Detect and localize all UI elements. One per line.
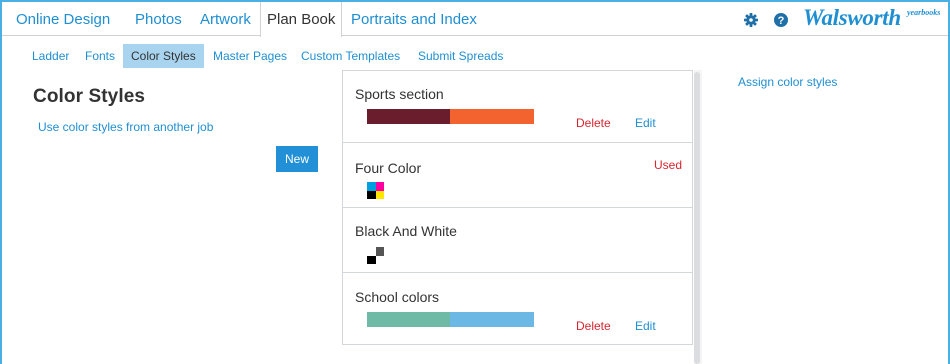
swatch: [367, 109, 450, 124]
tab-portraits-and-index[interactable]: Portraits and Index: [351, 2, 477, 36]
style-name: School colors: [355, 289, 440, 305]
delete-button[interactable]: Delete: [576, 319, 611, 333]
tab-online-design[interactable]: Online Design: [16, 2, 110, 36]
used-badge: Used: [654, 158, 683, 172]
style-name: Four Color: [355, 160, 422, 176]
delete-button[interactable]: Delete: [576, 116, 611, 130]
subnav-submit-spreads[interactable]: Submit Spreads: [418, 44, 503, 68]
swatch: [367, 312, 450, 327]
subnav-master-pages[interactable]: Master Pages: [213, 44, 287, 68]
scrollbar-thumb[interactable]: [694, 72, 700, 364]
color-styles-list: Sports section Delete Edit Four Color Us…: [342, 70, 693, 345]
walsworth-logo[interactable]: Walsworth: [803, 5, 901, 31]
style-name: Sports section: [355, 86, 444, 102]
logo-yearbooks: yearbooks: [907, 8, 941, 17]
question-icon[interactable]: ?: [773, 12, 789, 28]
gear-icon[interactable]: [743, 12, 759, 28]
style-name: Black And White: [355, 223, 457, 239]
style-card-school-colors[interactable]: School colors Delete Edit: [343, 273, 692, 344]
swatch: [375, 247, 384, 256]
subnav-custom-templates[interactable]: Custom Templates: [301, 44, 400, 68]
swatch-grid: [367, 247, 384, 264]
style-card-black-and-white[interactable]: Black And White: [343, 208, 692, 273]
new-button[interactable]: New: [276, 146, 318, 172]
assign-color-styles-link[interactable]: Assign color styles: [738, 75, 837, 89]
use-other-job-link[interactable]: Use color styles from another job: [38, 120, 213, 134]
swatch-bar: [367, 312, 534, 327]
swatch: [367, 255, 376, 264]
swatch-grid: [367, 182, 384, 199]
page-title: Color Styles: [33, 86, 146, 107]
swatch: [375, 255, 384, 264]
tab-plan-book[interactable]: Plan Book: [260, 2, 343, 37]
style-card-sports-section[interactable]: Sports section Delete Edit: [343, 71, 692, 143]
edit-button[interactable]: Edit: [635, 319, 656, 333]
subnav-fonts[interactable]: Fonts: [85, 44, 115, 68]
sub-nav: Ladder Fonts Color Styles Master Pages C…: [2, 44, 602, 68]
style-card-four-color[interactable]: Four Color Used: [343, 143, 692, 208]
subnav-color-styles[interactable]: Color Styles: [123, 44, 204, 68]
swatch: [375, 182, 384, 191]
subnav-ladder[interactable]: Ladder: [32, 44, 69, 68]
swatch: [367, 247, 376, 256]
swatch: [367, 182, 376, 191]
svg-text:?: ?: [778, 15, 785, 27]
edit-button[interactable]: Edit: [635, 116, 656, 130]
swatch: [367, 190, 376, 199]
swatch: [450, 109, 534, 124]
swatch: [450, 312, 534, 327]
tab-photos[interactable]: Photos: [135, 2, 182, 36]
swatch-bar: [367, 109, 534, 124]
swatch: [375, 190, 384, 199]
tab-artwork[interactable]: Artwork: [200, 2, 251, 36]
